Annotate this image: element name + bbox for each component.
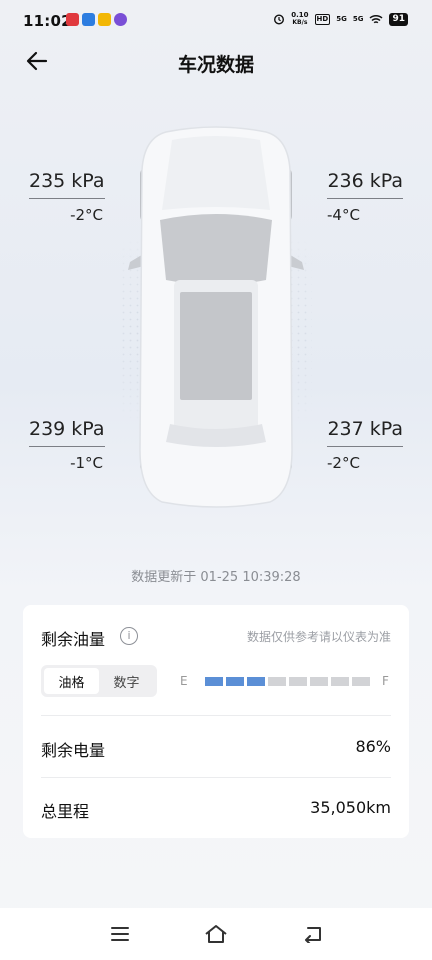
divider <box>327 446 403 447</box>
mileage-label: 总里程 <box>41 802 90 821</box>
app-notification-icon <box>82 13 95 26</box>
return-icon <box>305 927 321 943</box>
system-nav-bar <box>0 908 432 960</box>
home-button[interactable] <box>204 922 228 946</box>
menu-button[interactable] <box>108 922 132 946</box>
tire-temp: -2°C <box>70 206 103 224</box>
alarm-icon <box>274 14 285 25</box>
tab-fuel-bars[interactable]: 油格 <box>44 668 99 694</box>
battery-value: 86% <box>355 737 391 756</box>
header: 车况数据 <box>0 44 432 80</box>
tire-pressure: 235 kPa <box>29 170 105 192</box>
tire-temp: -1°C <box>70 454 103 472</box>
tire-temp: -2°C <box>327 454 360 472</box>
tire-front-right: 236 kPa -4°C <box>327 170 403 224</box>
home-icon <box>205 925 227 943</box>
fuel-gauge-segment <box>352 677 370 686</box>
disclaimer-text: 数据仅供参考请以仪表为准 <box>246 630 391 644</box>
menu-icon <box>111 927 129 941</box>
signal-1-icon: 5G <box>336 15 347 23</box>
fuel-gauge-segment <box>247 677 265 686</box>
net-speed: 0.10 KB/s <box>291 11 309 27</box>
battery-icon: 91 <box>389 12 408 26</box>
tire-rear-right: 237 kPa -2°C <box>327 418 403 472</box>
page-title: 车况数据 <box>177 54 254 76</box>
app-notification-icon <box>66 13 79 26</box>
hd-badge: HD <box>314 13 331 25</box>
fuel-display-toggle: 油格 数字 <box>41 665 157 697</box>
tire-rear-left: 239 kPa -1°C <box>29 418 105 472</box>
divider <box>327 198 403 199</box>
wifi-icon <box>369 14 383 23</box>
info-icon[interactable]: i <box>120 627 138 645</box>
status-bar: 11:02 0.10 KB/s HD 5G 5G 91 <box>0 0 432 44</box>
divider <box>41 715 391 716</box>
fuel-gauge-segment <box>226 677 244 686</box>
fuel-gauge-segment <box>205 677 223 686</box>
tire-front-left: 235 kPa -2°C <box>29 170 105 224</box>
signal-2-icon: 5G <box>352 15 364 23</box>
mileage-value: 35,050km <box>310 798 391 817</box>
fuel-title: 剩余油量 <box>41 630 106 649</box>
fuel-gauge-segment <box>268 677 286 686</box>
update-timestamp: 数据更新于 01-25 10:39:28 <box>131 570 301 585</box>
divider <box>29 446 105 447</box>
fuel-gauge-segment <box>289 677 307 686</box>
fuel-empty-label: E <box>180 674 188 688</box>
fuel-gauge-segment <box>331 677 349 686</box>
divider <box>41 777 391 778</box>
battery-label: 剩余电量 <box>41 741 106 760</box>
notification-icons <box>66 13 127 26</box>
status-time: 11:02 <box>23 12 72 30</box>
app-notification-icon <box>114 13 127 26</box>
tire-pressure: 237 kPa <box>327 418 403 440</box>
tire-temp: -4°C <box>327 206 360 224</box>
divider <box>29 198 105 199</box>
tab-fuel-number[interactable]: 数字 <box>99 668 154 694</box>
fuel-full-label: F <box>382 674 389 688</box>
car-illustration <box>120 126 312 508</box>
back-nav-button[interactable] <box>300 922 324 946</box>
vehicle-data-card: 剩余油量 i 数据仅供参考请以仪表为准 油格 数字 E F 剩余电量 86% 总… <box>23 605 409 838</box>
app-notification-icon <box>98 13 111 26</box>
tire-pressure: 236 kPa <box>327 170 403 192</box>
tire-pressure: 239 kPa <box>29 418 105 440</box>
status-right: 0.10 KB/s HD 5G 5G 91 <box>273 12 408 26</box>
fuel-gauge <box>205 677 370 686</box>
fuel-gauge-segment <box>310 677 328 686</box>
